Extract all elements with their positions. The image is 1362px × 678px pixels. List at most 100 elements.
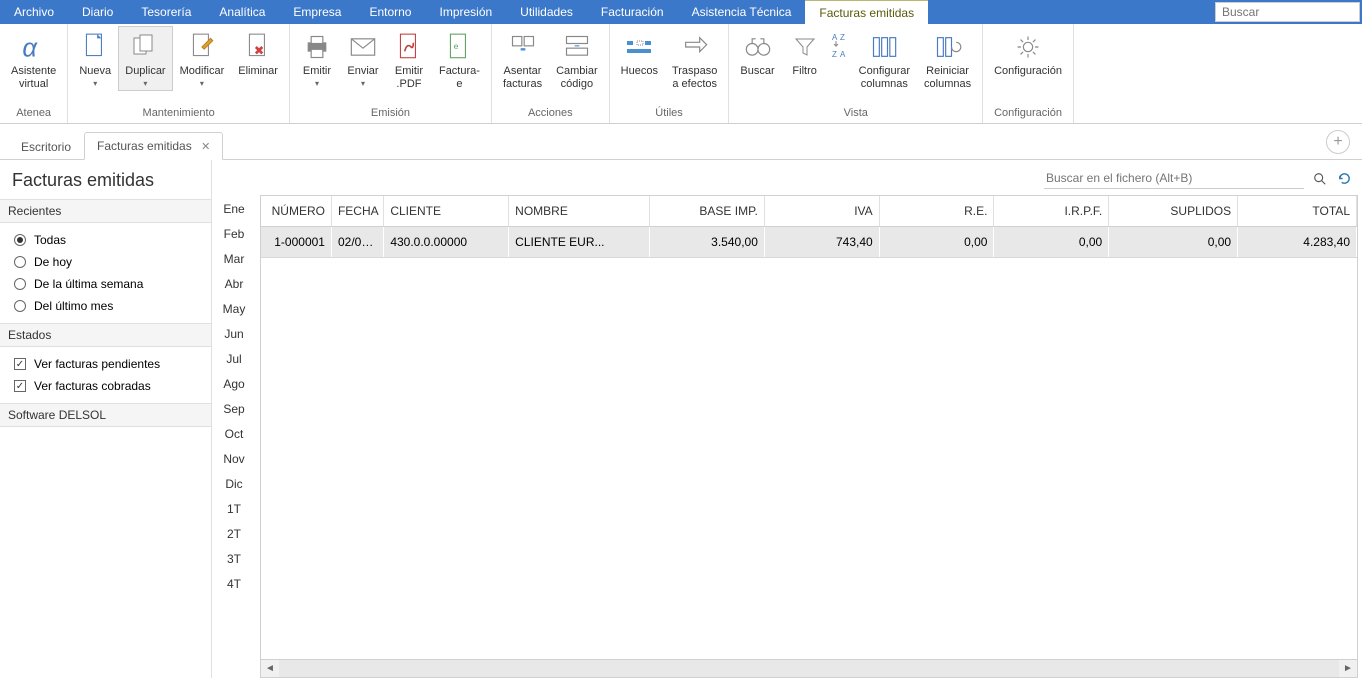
- close-icon[interactable]: ✕: [201, 141, 210, 153]
- sort-icon: AZZA: [831, 31, 849, 63]
- filter-semana[interactable]: De la última semana: [0, 273, 211, 295]
- asistente-virtual-button[interactable]: α Asistente virtual: [4, 26, 63, 94]
- filter-todas[interactable]: Todas: [0, 229, 211, 251]
- facturae-button[interactable]: e Factura- e: [432, 26, 487, 94]
- menu-facturas-emitidas[interactable]: Facturas emitidas: [805, 0, 928, 24]
- svg-text:α: α: [22, 34, 38, 61]
- buscar-button[interactable]: Buscar: [733, 26, 781, 81]
- sort-button[interactable]: AZZA: [828, 26, 852, 70]
- modificar-button[interactable]: Modificar ▾: [173, 26, 232, 91]
- nueva-button[interactable]: Nueva ▾: [72, 26, 118, 91]
- menu-impresion[interactable]: Impresión: [425, 0, 506, 24]
- horizontal-scrollbar[interactable]: ◄ ►: [260, 660, 1358, 678]
- traspaso-icon: [679, 31, 711, 63]
- col-numero[interactable]: NÚMERO: [261, 196, 331, 227]
- duplicar-button[interactable]: Duplicar ▾: [118, 26, 172, 91]
- ribbon-group-utiles: Huecos Traspaso a efectos Útiles: [610, 24, 730, 123]
- menu-archivo[interactable]: Archivo: [0, 0, 68, 24]
- emitir-button[interactable]: Emitir ▾: [294, 26, 340, 91]
- month-2t[interactable]: 2T: [227, 527, 241, 541]
- dropdown-caret-icon: ▾: [93, 79, 97, 88]
- menu-utilidades[interactable]: Utilidades: [506, 0, 587, 24]
- month-may[interactable]: May: [223, 302, 246, 316]
- check-pendientes[interactable]: ✓Ver facturas pendientes: [0, 353, 211, 375]
- month-nov[interactable]: Nov: [223, 452, 244, 466]
- eliminar-button[interactable]: Eliminar: [231, 26, 285, 81]
- month-ene[interactable]: Ene: [223, 202, 244, 216]
- file-search-input[interactable]: [1044, 168, 1304, 189]
- data-grid[interactable]: NÚMERO FECHA CLIENTE NOMBRE BASE IMP. IV…: [260, 195, 1358, 660]
- configuracion-button[interactable]: Configuración: [987, 26, 1069, 81]
- month-1t[interactable]: 1T: [227, 502, 241, 516]
- col-re[interactable]: R.E.: [879, 196, 994, 227]
- enviar-button[interactable]: Enviar ▾: [340, 26, 386, 91]
- search-icon[interactable]: [1312, 171, 1328, 187]
- month-3t[interactable]: 3T: [227, 552, 241, 566]
- menu-tesoreria[interactable]: Tesorería: [127, 0, 205, 24]
- printer-icon: [301, 31, 333, 63]
- month-mar[interactable]: Mar: [224, 252, 245, 266]
- svg-text:e: e: [454, 41, 459, 51]
- month-jun[interactable]: Jun: [224, 327, 243, 341]
- global-search-input[interactable]: [1215, 2, 1360, 22]
- asentar-facturas-button[interactable]: Asentar facturas: [496, 26, 549, 94]
- tab-facturas-emitidas[interactable]: Facturas emitidas ✕: [84, 132, 223, 160]
- check-cobradas[interactable]: ✓Ver facturas cobradas: [0, 375, 211, 397]
- facturae-icon: e: [443, 31, 475, 63]
- col-fecha[interactable]: FECHA: [331, 196, 383, 227]
- add-tab-button[interactable]: +: [1326, 130, 1350, 154]
- configurar-columnas-button[interactable]: Configurar columnas: [852, 26, 917, 94]
- checkbox-icon: ✓: [14, 380, 26, 392]
- filter-mes[interactable]: Del último mes: [0, 295, 211, 317]
- sidebar: Facturas emitidas Recientes Todas De hoy…: [0, 160, 212, 678]
- col-suplidos[interactable]: SUPLIDOS: [1109, 196, 1238, 227]
- page-title: Facturas emitidas: [0, 160, 211, 199]
- emitir-pdf-button[interactable]: Emitir .PDF: [386, 26, 432, 94]
- cambiar-codigo-button[interactable]: Cambiar código: [549, 26, 605, 94]
- huecos-icon: [623, 31, 655, 63]
- menu-diario[interactable]: Diario: [68, 0, 127, 24]
- menu-empresa[interactable]: Empresa: [279, 0, 355, 24]
- radio-icon: [14, 278, 26, 290]
- refresh-icon[interactable]: [1336, 171, 1352, 187]
- table-row[interactable]: 1-000001 02/05/... 430.0.0.00000 CLIENTE…: [261, 227, 1357, 258]
- huecos-button[interactable]: Huecos: [614, 26, 665, 81]
- dropdown-caret-icon: ▾: [143, 79, 147, 88]
- month-ago[interactable]: Ago: [223, 377, 244, 391]
- doc-duplicate-icon: [129, 31, 161, 63]
- svg-text:A: A: [832, 33, 838, 42]
- col-total[interactable]: TOTAL: [1238, 196, 1357, 227]
- ribbon-group-vista: Buscar Filtro AZZA Configurar columnas R…: [729, 24, 983, 123]
- col-base[interactable]: BASE IMP.: [650, 196, 765, 227]
- col-iva[interactable]: IVA: [764, 196, 879, 227]
- tab-escritorio[interactable]: Escritorio: [8, 133, 84, 160]
- col-irpf[interactable]: I.R.P.F.: [994, 196, 1109, 227]
- month-feb[interactable]: Feb: [224, 227, 245, 241]
- doc-edit-icon: [186, 31, 218, 63]
- checkbox-icon: ✓: [14, 358, 26, 370]
- col-nombre[interactable]: NOMBRE: [509, 196, 650, 227]
- month-jul[interactable]: Jul: [226, 352, 241, 366]
- ribbon-group-acciones: Asentar facturas Cambiar código Acciones: [492, 24, 610, 123]
- scroll-right-icon[interactable]: ►: [1339, 660, 1357, 677]
- menu-entorno[interactable]: Entorno: [355, 0, 425, 24]
- pdf-icon: [393, 31, 425, 63]
- month-dic[interactable]: Dic: [225, 477, 242, 491]
- col-cliente[interactable]: CLIENTE: [384, 196, 509, 227]
- traspaso-efectos-button[interactable]: Traspaso a efectos: [665, 26, 724, 94]
- scroll-left-icon[interactable]: ◄: [261, 660, 279, 677]
- month-abr[interactable]: Abr: [225, 277, 244, 291]
- table-header-row: NÚMERO FECHA CLIENTE NOMBRE BASE IMP. IV…: [261, 196, 1357, 227]
- menu-asistencia[interactable]: Asistencia Técnica: [678, 0, 806, 24]
- reiniciar-columnas-button[interactable]: Reiniciar columnas: [917, 26, 978, 94]
- ribbon: α Asistente virtual Atenea Nueva ▾ Dupli…: [0, 24, 1362, 124]
- filter-hoy[interactable]: De hoy: [0, 251, 211, 273]
- menu-facturacion[interactable]: Facturación: [587, 0, 678, 24]
- menu-analitica[interactable]: Analítica: [205, 0, 279, 24]
- filtro-button[interactable]: Filtro: [782, 26, 828, 81]
- month-4t[interactable]: 4T: [227, 577, 241, 591]
- month-strip: Ene Feb Mar Abr May Jun Jul Ago Sep Oct …: [212, 160, 256, 678]
- month-oct[interactable]: Oct: [225, 427, 244, 441]
- table-area: NÚMERO FECHA CLIENTE NOMBRE BASE IMP. IV…: [256, 160, 1362, 678]
- month-sep[interactable]: Sep: [223, 402, 244, 416]
